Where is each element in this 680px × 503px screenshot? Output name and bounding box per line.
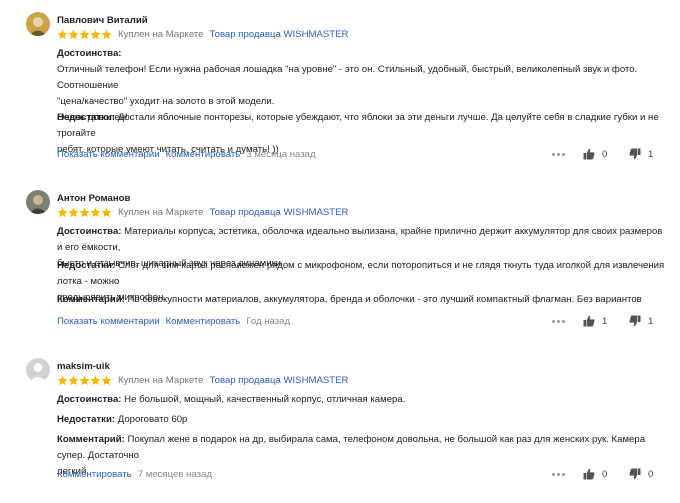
comment-link[interactable]: Комментировать — [166, 149, 241, 160]
bought-on-market-label: Куплен на Маркете — [118, 28, 204, 40]
star-icon — [68, 29, 79, 39]
star-icon — [57, 29, 68, 39]
disadvantages-label: Недостатки: — [57, 260, 116, 271]
star-icon — [79, 207, 90, 217]
advantages-text: Не большой, мощный, качественный корпус,… — [124, 394, 406, 405]
rating-stars — [57, 207, 112, 218]
comment-label: Комментарий: — [57, 434, 125, 445]
dislikes-count: 1 — [648, 148, 654, 160]
bought-on-market-label: Куплен на Маркете — [118, 206, 204, 218]
comment-block: Комментарий: По совокупности материалов,… — [57, 292, 667, 308]
avatar[interactable] — [26, 358, 50, 382]
review-time: Год назад — [246, 315, 291, 327]
star-icon — [79, 375, 90, 385]
comment-text: По совокупности материалов, аккумулятора… — [127, 294, 642, 305]
thumb-down-icon[interactable] — [629, 468, 641, 480]
advantages-text: Отличный телефон! Если нужна рабочая лош… — [57, 64, 638, 91]
comment-text: Покупал жене в подарок на др, выбирала с… — [57, 434, 646, 461]
disadvantages-label: Недостатки: — [57, 112, 116, 123]
disadvantages-text: Достали яблочные понторезы, которые убеж… — [57, 112, 659, 139]
disadvantages-block: Недостатки: Дороговато 60р — [57, 412, 667, 428]
likes-count: 0 — [602, 148, 608, 160]
thumb-up-icon[interactable] — [583, 315, 595, 327]
seller-link[interactable]: Товар продавца WISHMASTER — [210, 207, 349, 218]
rating-stars — [57, 29, 112, 40]
thumb-down-icon[interactable] — [629, 148, 641, 160]
author-name[interactable]: Антон Романов — [57, 193, 130, 204]
more-dots-icon[interactable] — [552, 472, 566, 476]
star-icon — [90, 375, 101, 385]
thumb-up-icon[interactable] — [583, 468, 595, 480]
dislikes-count: 0 — [648, 468, 654, 480]
advantages-text: "цена/качество" уходит на золото в этой … — [57, 96, 275, 107]
avatar[interactable] — [26, 190, 50, 214]
seller-link[interactable]: Товар продавца WISHMASTER — [210, 29, 349, 40]
show-comments-link[interactable]: Показать комментарии — [57, 149, 160, 160]
thumb-up-icon[interactable] — [583, 148, 595, 160]
advantages-label: Достоинства: — [57, 48, 122, 59]
thumb-down-icon[interactable] — [629, 315, 641, 327]
star-icon — [57, 375, 68, 385]
bought-on-market-label: Куплен на Маркете — [118, 374, 204, 386]
review-time: 7 месяцев назад — [137, 468, 212, 480]
star-icon — [101, 375, 112, 385]
advantages-block: Достоинства: Не большой, мощный, качеств… — [57, 392, 667, 408]
more-dots-icon[interactable] — [552, 319, 566, 323]
dislikes-count: 1 — [648, 315, 654, 327]
rating-stars — [57, 375, 112, 386]
star-icon — [101, 207, 112, 217]
star-icon — [68, 207, 79, 217]
author-name[interactable]: maksim-uik — [57, 361, 110, 372]
star-icon — [101, 29, 112, 39]
star-icon — [68, 375, 79, 385]
likes-count: 1 — [602, 315, 608, 327]
comment-link[interactable]: Комментировать — [166, 316, 241, 327]
comment-label: Комментарий: — [57, 294, 125, 305]
comment-link[interactable]: Комментировать — [57, 469, 132, 480]
show-comments-link[interactable]: Показать комментарии — [57, 316, 160, 327]
disadvantages-text: Слот для сим-карты расположен рядом с ми… — [57, 260, 665, 287]
star-icon — [79, 29, 90, 39]
disadvantages-label: Недостатки: — [57, 414, 116, 425]
more-dots-icon[interactable] — [552, 152, 566, 156]
advantages-text: Материалы корпуса, эстетика, оболочка ид… — [57, 226, 663, 253]
likes-count: 0 — [602, 468, 608, 480]
star-icon — [57, 207, 68, 217]
review-time: 3 месяца назад — [246, 148, 316, 160]
star-icon — [90, 29, 101, 39]
disadvantages-text: Дороговато 60р — [117, 414, 188, 425]
advantages-label: Достоинства: — [57, 226, 122, 237]
advantages-label: Достоинства: — [57, 394, 122, 405]
avatar[interactable] — [26, 12, 50, 36]
author-name[interactable]: Павлович Виталий — [57, 15, 148, 26]
star-icon — [90, 207, 101, 217]
seller-link[interactable]: Товар продавца WISHMASTER — [210, 375, 349, 386]
